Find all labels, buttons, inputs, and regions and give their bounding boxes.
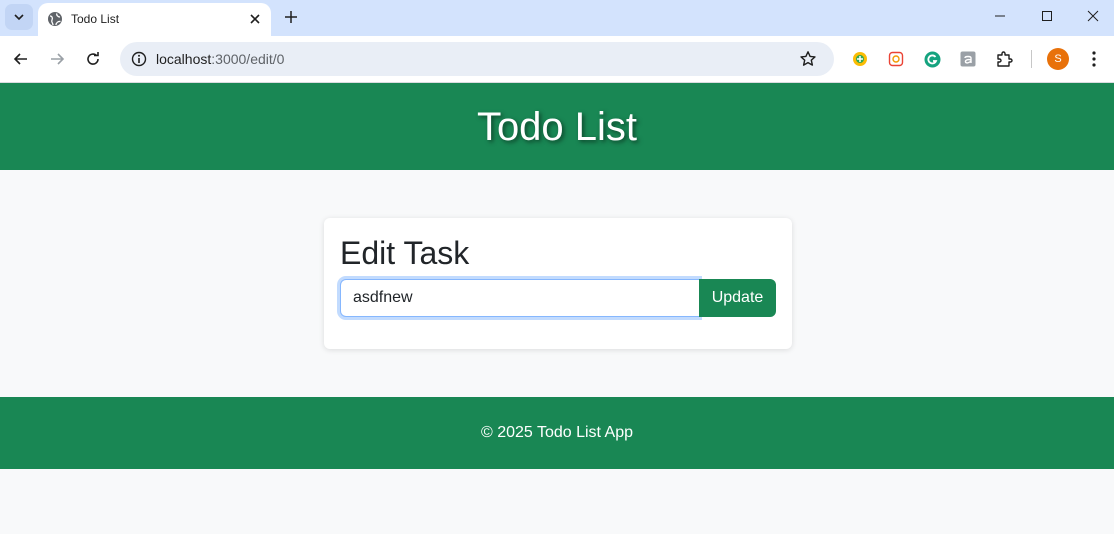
back-button[interactable] bbox=[7, 45, 35, 73]
puzzle-icon bbox=[997, 51, 1013, 67]
extension-camera-button[interactable] bbox=[884, 47, 908, 71]
site-info-icon bbox=[131, 51, 147, 67]
globe-icon bbox=[48, 12, 62, 26]
tab-title: Todo List bbox=[71, 12, 120, 26]
extension-amazon-button[interactable] bbox=[956, 47, 980, 71]
update-button[interactable]: Update bbox=[699, 279, 776, 317]
extension-icon bbox=[924, 51, 940, 67]
new-tab-button[interactable] bbox=[279, 5, 303, 29]
footer-copyright: © 2025 Todo List App bbox=[480, 424, 634, 441]
forward-arrow-icon bbox=[51, 53, 65, 65]
site-info-button[interactable] bbox=[127, 47, 151, 71]
extension-icon bbox=[960, 51, 976, 67]
close-icon bbox=[250, 14, 260, 24]
forward-button[interactable] bbox=[43, 45, 71, 73]
browser-tab[interactable]: Todo List bbox=[38, 3, 271, 36]
tab-search-icon bbox=[14, 14, 24, 21]
task-input[interactable] bbox=[340, 279, 699, 317]
url-host: localhost bbox=[156, 51, 212, 67]
browser-toolbar: localhost:3000/edit/0 S bbox=[0, 36, 1114, 83]
address-bar[interactable]: localhost:3000/edit/0 bbox=[120, 42, 834, 76]
star-icon bbox=[800, 51, 816, 66]
reload-button[interactable] bbox=[79, 45, 107, 73]
bookmark-button[interactable] bbox=[796, 47, 820, 71]
maximize-button[interactable] bbox=[1024, 0, 1070, 32]
app-footer: © 2025 Todo List App bbox=[0, 397, 1114, 469]
extension-icon bbox=[853, 52, 867, 66]
window-close-icon bbox=[1087, 10, 1099, 22]
app-header: Todo List bbox=[0, 83, 1114, 170]
browser-menu-button[interactable] bbox=[1082, 47, 1106, 71]
profile-avatar[interactable]: S bbox=[1047, 48, 1069, 70]
url-text[interactable]: localhost:3000/edit/0 bbox=[156, 51, 284, 67]
extension-colorful-button[interactable] bbox=[848, 47, 872, 71]
back-arrow-icon bbox=[13, 53, 27, 65]
url-path: :3000/edit/0 bbox=[211, 51, 285, 67]
extensions-menu-button[interactable] bbox=[992, 47, 1016, 71]
edit-task-card: Edit Task Update bbox=[324, 218, 792, 349]
window-close-button[interactable] bbox=[1070, 0, 1114, 32]
toolbar-divider bbox=[1031, 50, 1032, 68]
tab-search-button[interactable] bbox=[5, 4, 33, 30]
minimize-button[interactable] bbox=[977, 0, 1023, 32]
plus-icon bbox=[285, 11, 297, 23]
kebab-menu-icon bbox=[1092, 51, 1096, 67]
maximize-icon bbox=[1042, 11, 1052, 21]
card-title: Edit Task bbox=[340, 235, 470, 271]
extension-grammarly-button[interactable] bbox=[920, 47, 944, 71]
minimize-icon bbox=[995, 15, 1005, 17]
tab-close-button[interactable] bbox=[245, 9, 265, 29]
extension-icon bbox=[888, 51, 904, 67]
tab-strip: Todo List bbox=[0, 0, 1114, 36]
page-title: Todo List bbox=[476, 104, 638, 149]
reload-icon bbox=[87, 52, 99, 65]
